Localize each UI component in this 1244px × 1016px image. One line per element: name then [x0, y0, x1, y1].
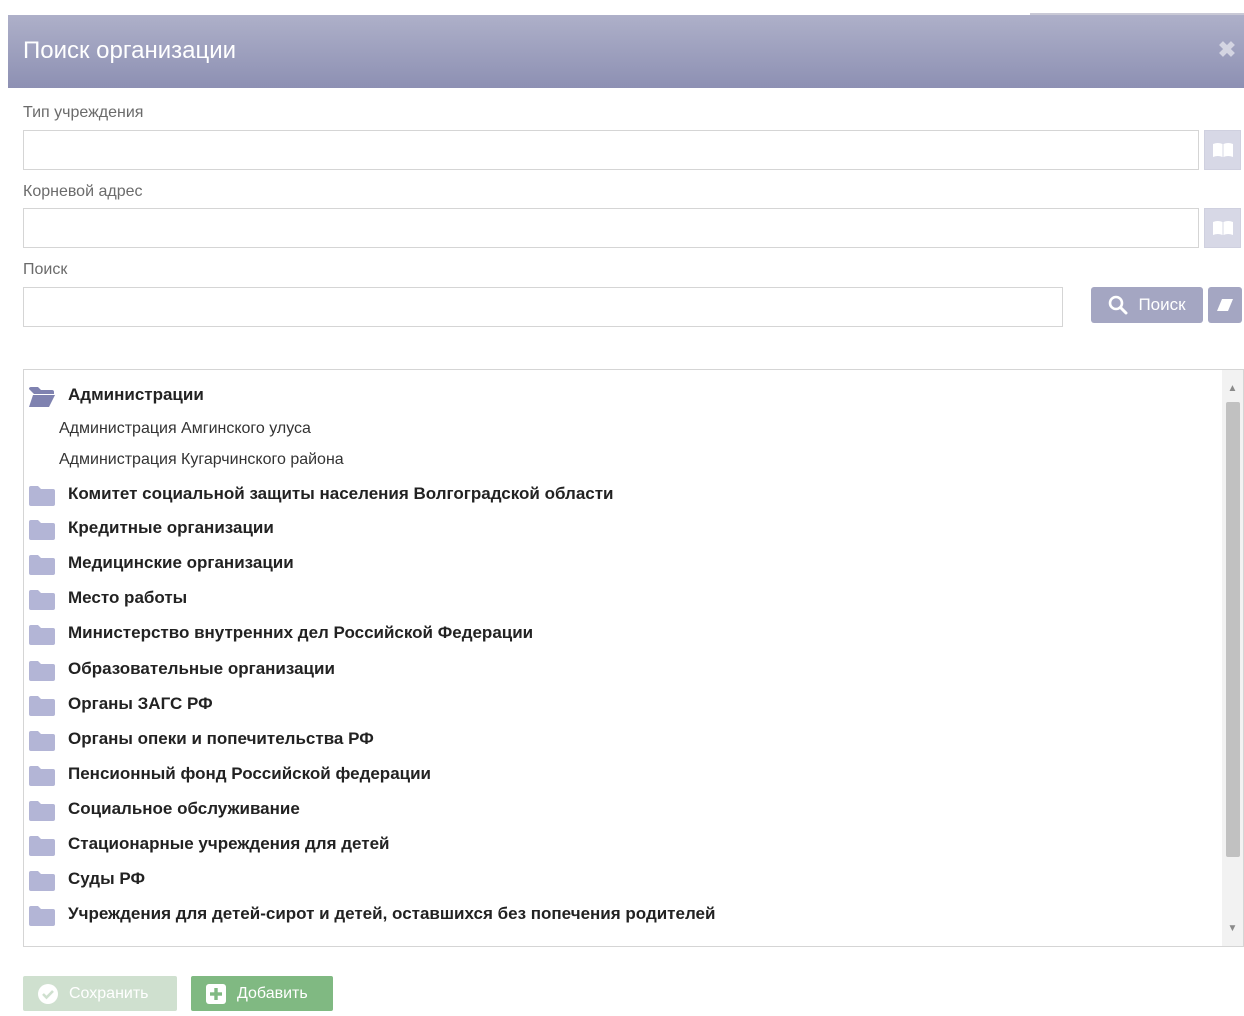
type-field-label: Тип учреждения	[23, 104, 144, 121]
search-icon	[1109, 295, 1128, 315]
folder-icon[interactable]	[28, 800, 56, 827]
folder-icon[interactable]	[28, 589, 56, 616]
tree-row-label: Министерство внутренних дел Российской Ф…	[68, 623, 534, 642]
dialog-header: Поиск организации ✖	[8, 15, 1244, 88]
folder-icon[interactable]	[28, 660, 56, 687]
scroll-up-arrow-icon[interactable]: ▲	[1222, 378, 1243, 398]
folder-icon[interactable]	[28, 554, 56, 581]
type-field[interactable]	[23, 130, 1199, 170]
scroll-thumb[interactable]	[1226, 402, 1240, 857]
tree-row-label: Медицинские организации	[68, 553, 294, 572]
folder-icon[interactable]	[28, 905, 56, 932]
root-address-field[interactable]	[23, 208, 1199, 248]
check-circle-icon	[38, 983, 58, 1004]
tree-row-label: Комитет социальной защиты населения Волг…	[68, 484, 614, 503]
tree-row-label: Администрация Кугарчинского района	[59, 451, 344, 468]
add-button-label: Добавить	[237, 984, 308, 1002]
search-button[interactable]: Поиск	[1091, 287, 1203, 323]
folder-icon[interactable]	[28, 765, 56, 792]
tree-row-label: Суды РФ	[68, 869, 145, 888]
save-button[interactable]: Сохранить	[23, 976, 177, 1011]
book-icon	[1212, 221, 1233, 235]
folder-icon[interactable]	[28, 624, 56, 651]
root-address-dictionary-button[interactable]	[1204, 208, 1241, 248]
tree-row-label: Органы ЗАГС РФ	[68, 694, 213, 713]
type-dictionary-button[interactable]	[1204, 130, 1241, 170]
root-address-label: Корневой адрес	[23, 183, 143, 200]
eraser-icon	[1217, 299, 1233, 311]
tree-row-label: Администрации	[68, 385, 204, 404]
tree-row-label: Стационарные учреждения для детей	[68, 834, 390, 853]
folder-icon[interactable]	[28, 695, 56, 722]
tree-row-label: Образовательные организации	[68, 659, 335, 678]
tree-row-label: Кредитные организации	[68, 518, 274, 537]
tree-row-label: Администрация Амгинского улуса	[59, 420, 311, 437]
save-button-label: Сохранить	[69, 984, 149, 1002]
tree-row-label: Пенсионный фонд Российской федерации	[68, 764, 432, 783]
folder-open-icon[interactable]	[28, 386, 56, 413]
tree-row-label: Социальное обслуживание	[68, 799, 300, 818]
folder-icon[interactable]	[28, 730, 56, 757]
folder-icon[interactable]	[28, 870, 56, 897]
search-button-label: Поиск	[1138, 295, 1186, 314]
search-input[interactable]	[23, 287, 1063, 327]
tree-row-label: Место работы	[68, 588, 188, 607]
folder-icon[interactable]	[28, 519, 56, 546]
folder-icon[interactable]	[28, 835, 56, 862]
scroll-down-arrow-icon[interactable]: ▼	[1222, 918, 1243, 938]
tree-row-label: Органы опеки и попечительства РФ	[68, 729, 374, 748]
dialog-title: Поиск организации	[23, 37, 237, 64]
search-field-label: Поиск	[23, 261, 68, 278]
close-icon[interactable]: ✖	[1216, 39, 1238, 61]
add-button[interactable]: Добавить	[191, 976, 333, 1011]
top-strip	[0, 0, 1244, 15]
organization-tree[interactable]: Администрации Администрация Амгинского ул…	[23, 369, 1244, 947]
clear-search-button[interactable]	[1208, 287, 1242, 323]
folder-icon[interactable]	[28, 485, 56, 512]
tree-scrollbar[interactable]: ▲ ▼	[1222, 370, 1243, 946]
tree-row-label: Учреждения для детей-сирот и детей, оста…	[68, 904, 716, 923]
plus-square-icon	[206, 983, 226, 1004]
book-icon	[1212, 143, 1233, 157]
